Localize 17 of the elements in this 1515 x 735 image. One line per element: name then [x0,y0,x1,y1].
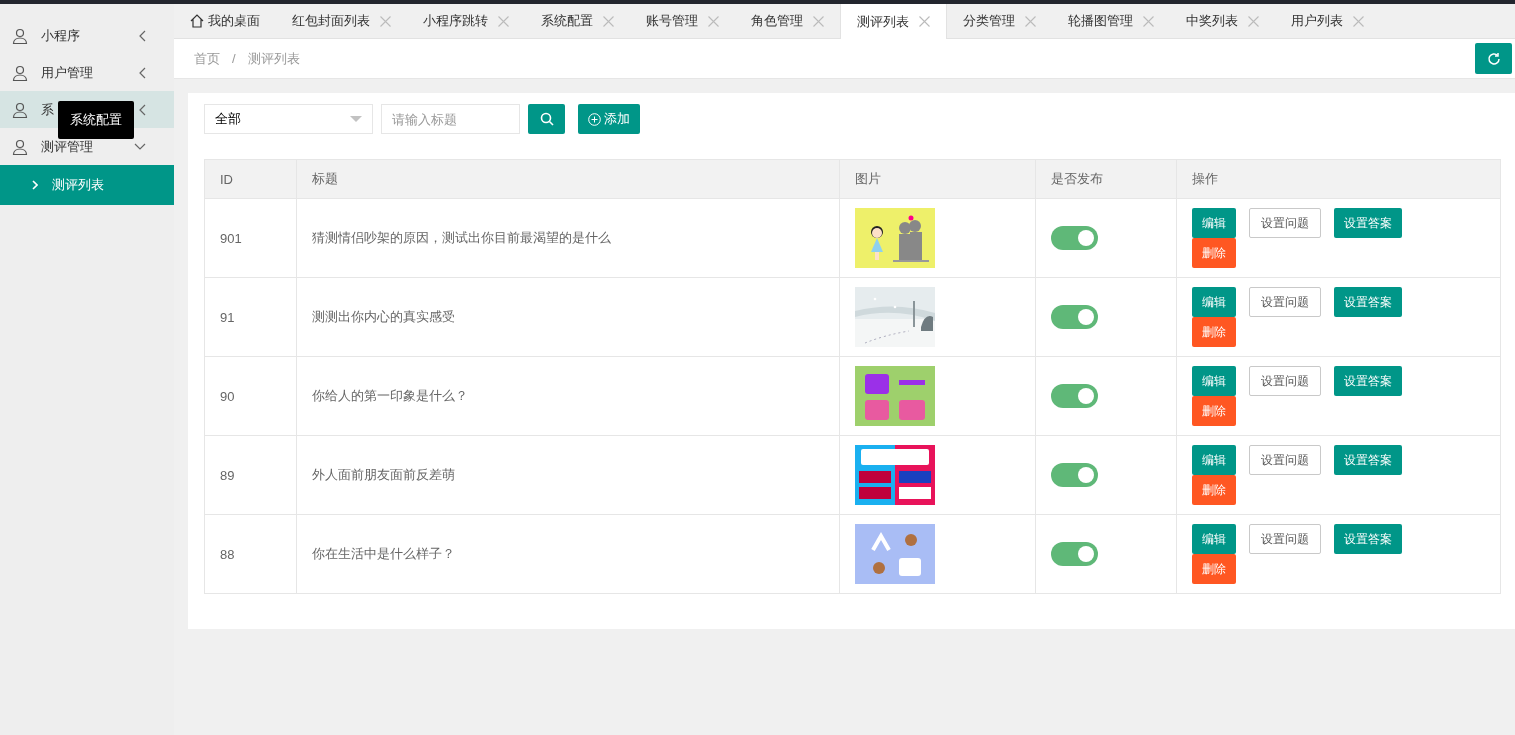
table-cell: 901 [204,198,297,278]
column-header: 标题 [296,159,840,199]
table-cell: 91 [204,277,297,357]
breadcrumb-separator: / [232,51,236,66]
column-header: 图片 [839,159,1036,199]
table-cell: 外人面前朋友面前反差萌 [296,435,840,515]
table-cell: 90 [204,356,297,436]
column-header: ID [204,159,297,199]
table-cell: 猜测情侣吵架的原因，测试出你目前最渴望的是什么 [296,198,840,278]
table-cell: 89 [204,435,297,515]
table-cell: 测测出你内心的真实感受 [296,277,840,357]
table-cell: 你给人的第一印象是什么？ [296,356,840,436]
column-header: 操作 [1176,159,1501,199]
table-cell: 你在生活中是什么样子？ [296,514,840,594]
column-header: 是否发布 [1035,159,1177,199]
tooltip: 系统配置 [58,101,134,139]
table-cell: 88 [204,514,297,594]
